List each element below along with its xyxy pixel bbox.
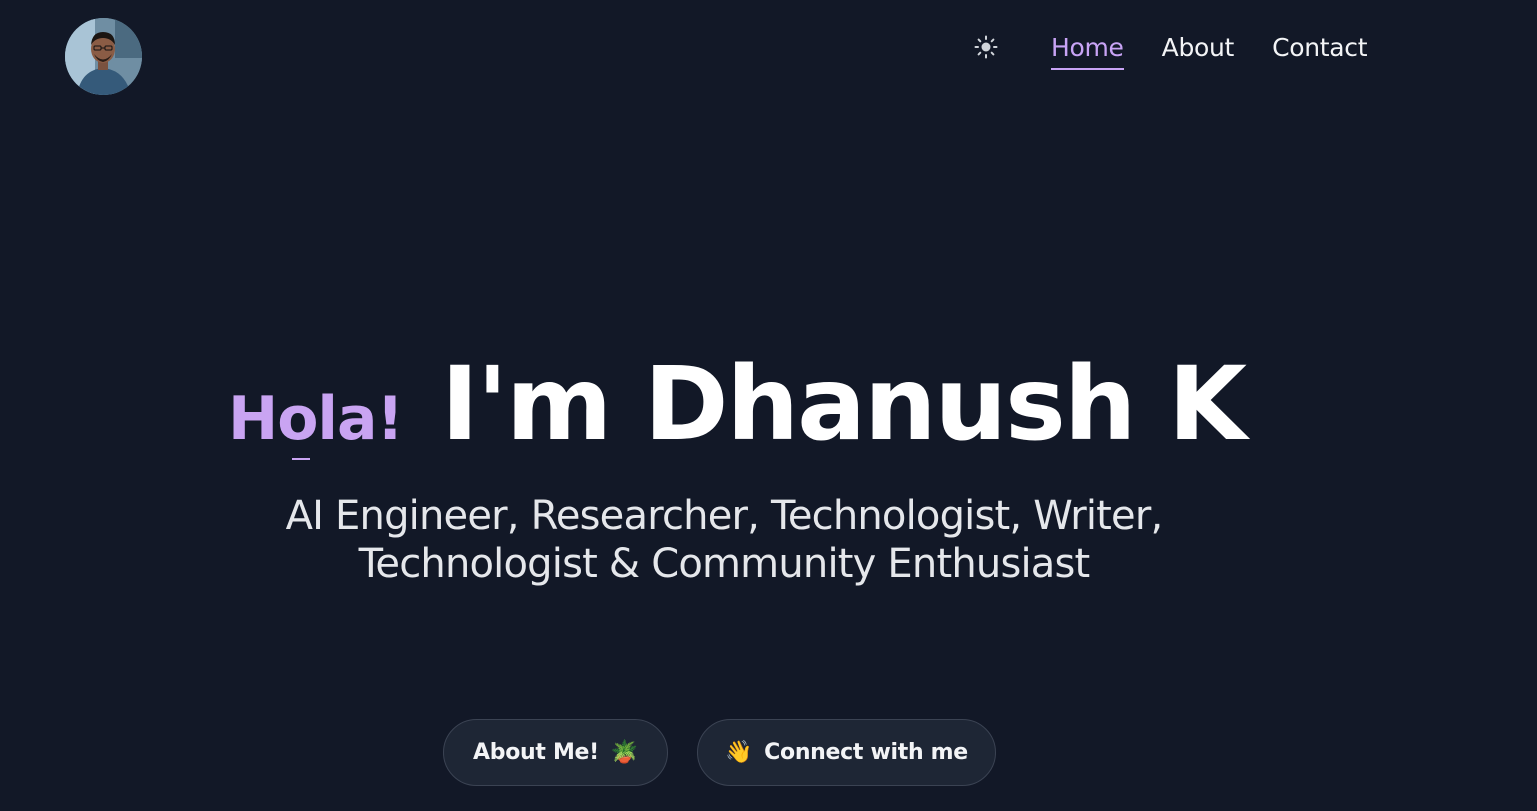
subtitle-line-2: Technologist & Community Enthusiast	[358, 541, 1091, 587]
subtitle-line-1: AI Engineer, Researcher, Technologist, W…	[285, 493, 1164, 539]
nav-contact-link[interactable]: Contact	[1272, 30, 1367, 70]
nav-about-link[interactable]: About	[1162, 30, 1235, 70]
nav-home-link[interactable]: Home	[1051, 30, 1124, 70]
about-me-button[interactable]: About Me! 🪴	[443, 719, 668, 786]
connect-label: Connect with me	[764, 740, 968, 765]
connect-button[interactable]: 👋 Connect with me	[697, 719, 996, 786]
potted-plant-icon: 🪴	[610, 739, 638, 765]
hero-greeting: Hola!	[228, 384, 404, 460]
about-me-label: About Me!	[473, 740, 599, 765]
hero-subtitle: AI Engineer, Researcher, Technologist, W…	[224, 492, 1224, 588]
profile-avatar[interactable]	[65, 18, 142, 95]
avatar-image	[65, 18, 142, 95]
greeting-text: Hola!	[228, 384, 404, 454]
sun-icon	[974, 35, 998, 59]
main-nav: Home About Contact	[1051, 30, 1368, 70]
theme-toggle-button[interactable]	[972, 33, 1000, 61]
typing-cursor	[292, 458, 310, 460]
waving-hand-icon: 👋	[725, 739, 753, 765]
hero-heading: Hola! I'm Dhanush K	[228, 345, 1247, 464]
hero-title: I'm Dhanush K	[440, 345, 1247, 464]
page: Home About Contact Hola! I'm Dhanush K A…	[0, 0, 1537, 811]
